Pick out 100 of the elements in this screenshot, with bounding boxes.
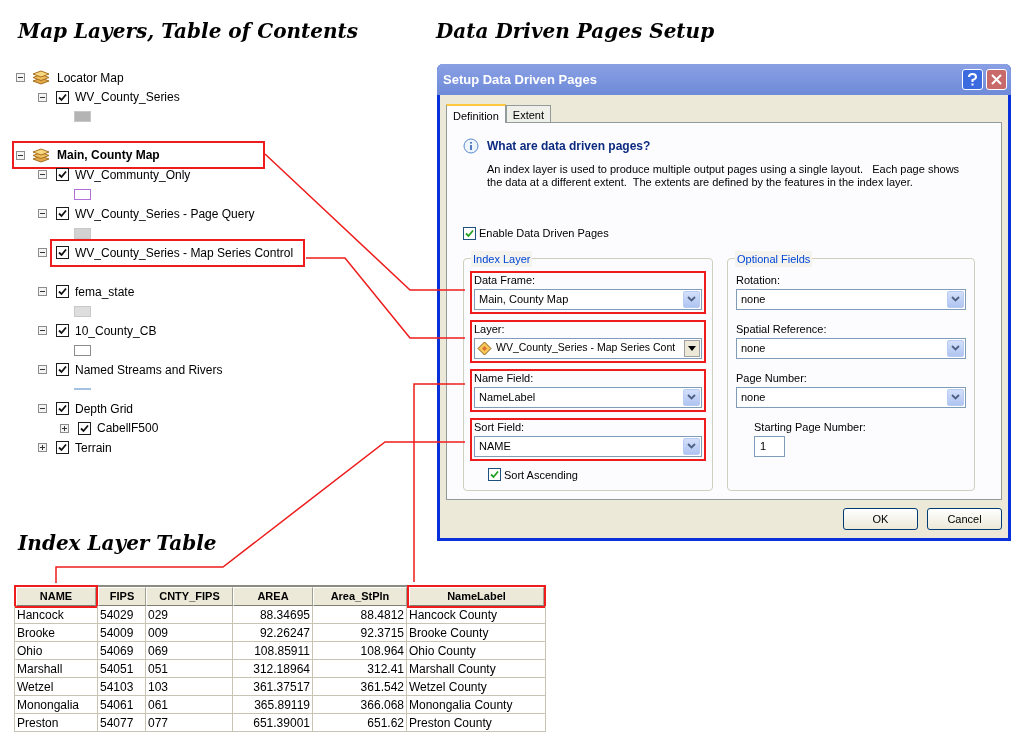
checkbox[interactable] [488, 468, 501, 482]
expand-icon[interactable] [38, 443, 47, 453]
expand-icon[interactable] [60, 423, 69, 433]
layer-label[interactable]: WV_Communty_Only [75, 165, 191, 184]
collapse-icon[interactable] [38, 248, 47, 258]
tab[interactable]: Definition [446, 104, 506, 123]
collapse-icon[interactable] [38, 92, 47, 102]
dropdown-field[interactable]: NameLabel [474, 386, 702, 408]
collapse-icon[interactable] [16, 73, 25, 83]
layer-label[interactable]: Depth Grid [75, 399, 134, 418]
table-cell: 069 [146, 642, 233, 660]
dialog-button[interactable]: OK [843, 508, 918, 530]
dropdown-field[interactable]: none [736, 288, 966, 310]
checkbox[interactable] [463, 226, 476, 240]
table-cell: 366.068 [313, 696, 407, 714]
dropdown-button[interactable] [683, 388, 700, 406]
tab[interactable]: Extent [505, 105, 552, 122]
collapse-icon[interactable] [38, 209, 47, 219]
layer-label[interactable]: CabellF500 [97, 419, 159, 438]
dropdown-button[interactable] [947, 339, 964, 357]
chevron-down-icon [951, 296, 960, 302]
table-cell: Brooke [14, 624, 98, 642]
dropdown-field[interactable]: WV_County_Series - Map Series Cont [474, 337, 702, 359]
table-cell: 077 [146, 714, 233, 732]
dropdown-button[interactable] [683, 290, 700, 308]
chevron-down-icon [687, 394, 696, 400]
column-header[interactable]: FIPS [98, 587, 146, 606]
table-cell: 54069 [98, 642, 146, 660]
collapse-icon[interactable] [38, 287, 47, 297]
table-cell: 361.542 [313, 678, 407, 696]
info-icon [463, 138, 479, 154]
close-button[interactable] [986, 69, 1007, 90]
collapse-icon[interactable] [38, 170, 47, 180]
table-cell: 029 [146, 606, 233, 624]
table-cell: Wetzel County [407, 678, 546, 696]
layer-label[interactable]: WV_County_Series [75, 88, 180, 107]
field-label: Starting Page Number: [754, 420, 867, 434]
layer-checkbox[interactable] [56, 90, 69, 104]
layer-checkbox[interactable] [56, 441, 69, 455]
dropdown-field[interactable]: none [736, 337, 966, 359]
section-heading: Map Layers, Table of Contents [18, 18, 359, 45]
table-cell: 54061 [98, 696, 146, 714]
layer-checkbox[interactable] [78, 421, 91, 435]
dialog-button[interactable]: Cancel [927, 508, 1002, 530]
layer-checkbox[interactable] [56, 246, 69, 260]
field-label: Layer: [474, 322, 506, 336]
section-heading: Index Layer Table [18, 530, 217, 557]
checkbox-label: Sort Ascending [504, 467, 578, 483]
group-title: Optional Fields [735, 250, 813, 267]
table-cell: 92.26247 [233, 624, 313, 642]
column-header[interactable]: AREA [233, 587, 313, 606]
field-label: Data Frame: [474, 273, 537, 287]
layer-checkbox[interactable] [56, 402, 69, 416]
layer-label[interactable]: WV_County_Series - Page Query [75, 204, 255, 223]
table-cell: 361.37517 [233, 678, 313, 696]
chevron-down-icon [687, 296, 696, 302]
table-cell: 651.62 [313, 714, 407, 732]
dropdown-field[interactable]: Main, County Map [474, 288, 702, 310]
layers-icon [32, 70, 50, 86]
collapse-icon[interactable] [16, 150, 25, 160]
layer-label[interactable]: fema_state [75, 282, 135, 301]
dropdown-button[interactable] [684, 339, 700, 357]
dropdown-button[interactable] [683, 437, 700, 455]
collapse-icon[interactable] [38, 326, 47, 336]
dropdown-field[interactable]: NAME [474, 435, 702, 457]
checkbox-label: Enable Data Driven Pages [479, 226, 609, 241]
text-input[interactable]: 1 [754, 435, 785, 457]
layer-diamond-icon [477, 340, 492, 356]
column-header[interactable]: CNTY_FIPS [146, 587, 233, 606]
info-title: What are data driven pages? [487, 138, 651, 155]
chevron-down-icon [687, 443, 696, 449]
table-cell: 651.39001 [233, 714, 313, 732]
table-cell: 108.85911 [233, 642, 313, 660]
layer-checkbox[interactable] [56, 207, 69, 221]
collapse-icon[interactable] [38, 365, 47, 375]
layer-label[interactable]: WV_County_Series - Map Series Control [75, 243, 294, 262]
collapse-icon[interactable] [38, 404, 47, 414]
column-header[interactable]: NAME [16, 587, 96, 606]
table-cell: Monongalia [14, 696, 98, 714]
info-description: An index layer is used to produce multiple output pages using a single layout. Each page shows the data at a different extent. The extents are defined by the features in the index layer. [487, 163, 961, 189]
dropdown-field[interactable]: none [736, 386, 966, 408]
data-frame-label[interactable]: Main, County Map [57, 146, 160, 165]
column-header[interactable]: NameLabel [409, 587, 544, 606]
layer-checkbox[interactable] [56, 324, 69, 338]
layer-checkbox[interactable] [56, 285, 69, 299]
layer-label[interactable]: 10_County_CB [75, 321, 157, 340]
data-frame-label[interactable]: Locator Map [57, 68, 124, 87]
layer-checkbox[interactable] [56, 168, 69, 182]
layer-label[interactable]: Named Streams and Rivers [75, 360, 223, 379]
help-button[interactable] [962, 69, 983, 90]
table-cell: 051 [146, 660, 233, 678]
field-label: Sort Field: [474, 420, 526, 434]
dropdown-button[interactable] [947, 290, 964, 308]
table-cell: 54029 [98, 606, 146, 624]
layer-checkbox[interactable] [56, 363, 69, 377]
table-cell: 54103 [98, 678, 146, 696]
table-cell: 54009 [98, 624, 146, 642]
dropdown-button[interactable] [947, 388, 964, 406]
layer-label[interactable]: Terrain [75, 438, 112, 457]
column-header[interactable]: Area_StPln [313, 587, 407, 606]
